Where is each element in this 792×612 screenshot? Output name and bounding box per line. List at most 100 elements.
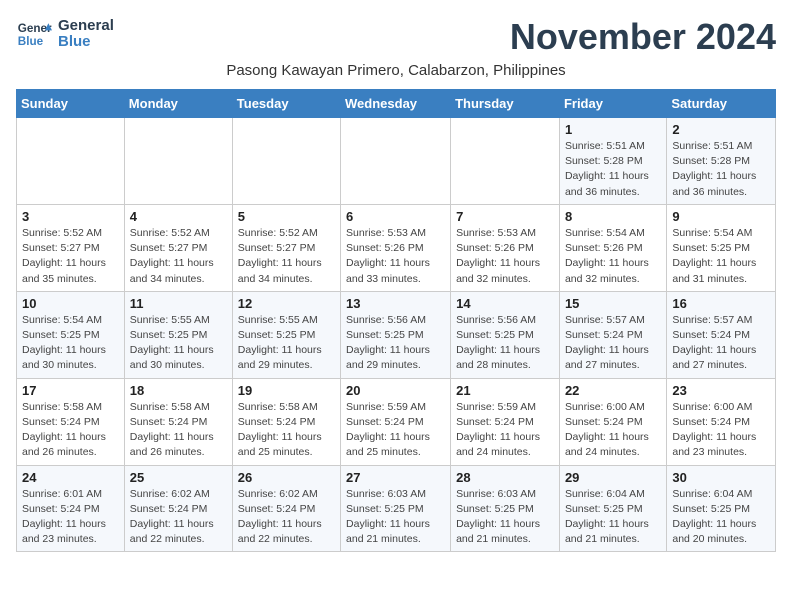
calendar-cell: 18 Sunrise: 5:58 AM Sunset: 5:24 PM Dayli… <box>124 378 232 465</box>
day-info: Sunrise: 6:00 AM Sunset: 5:24 PM Dayligh… <box>565 400 661 461</box>
day-info: Sunrise: 6:02 AM Sunset: 5:24 PM Dayligh… <box>130 487 227 548</box>
day-number: 8 <box>565 209 661 224</box>
calendar-week-4: 17 Sunrise: 5:58 AM Sunset: 5:24 PM Dayli… <box>17 378 776 465</box>
calendar-cell: 7 Sunrise: 5:53 AM Sunset: 5:26 PM Daylig… <box>451 204 560 291</box>
calendar-cell: 8 Sunrise: 5:54 AM Sunset: 5:26 PM Daylig… <box>559 204 666 291</box>
day-number: 13 <box>346 296 445 311</box>
day-info: Sunrise: 5:59 AM Sunset: 5:24 PM Dayligh… <box>346 400 445 461</box>
day-number: 22 <box>565 383 661 398</box>
calendar-cell <box>451 118 560 205</box>
day-info: Sunrise: 5:53 AM Sunset: 5:26 PM Dayligh… <box>456 226 554 287</box>
calendar-cell: 14 Sunrise: 5:56 AM Sunset: 5:25 PM Dayli… <box>451 291 560 378</box>
day-info: Sunrise: 5:51 AM Sunset: 5:28 PM Dayligh… <box>672 139 770 200</box>
header-thursday: Thursday <box>451 90 560 118</box>
day-info: Sunrise: 5:53 AM Sunset: 5:26 PM Dayligh… <box>346 226 445 287</box>
calendar-cell: 21 Sunrise: 5:59 AM Sunset: 5:24 PM Dayli… <box>451 378 560 465</box>
calendar-cell: 25 Sunrise: 6:02 AM Sunset: 5:24 PM Dayli… <box>124 465 232 552</box>
logo-text: General Blue <box>58 18 114 51</box>
day-number: 12 <box>238 296 335 311</box>
calendar-cell: 11Sunrise: 5:55 AM Sunset: 5:25 PM Dayli… <box>124 291 232 378</box>
day-info: Sunrise: 5:51 AM Sunset: 5:28 PM Dayligh… <box>565 139 661 200</box>
calendar-cell: 16Sunrise: 5:57 AM Sunset: 5:24 PM Dayli… <box>667 291 776 378</box>
calendar-cell: 26 Sunrise: 6:02 AM Sunset: 5:24 PM Dayli… <box>232 465 340 552</box>
day-info: Sunrise: 6:04 AM Sunset: 5:25 PM Dayligh… <box>565 487 661 548</box>
day-info: Sunrise: 6:04 AM Sunset: 5:25 PM Dayligh… <box>672 487 770 548</box>
calendar-cell: 20 Sunrise: 5:59 AM Sunset: 5:24 PM Dayli… <box>341 378 451 465</box>
calendar-cell: 24Sunrise: 6:01 AM Sunset: 5:24 PM Dayli… <box>17 465 125 552</box>
day-info: Sunrise: 6:03 AM Sunset: 5:25 PM Dayligh… <box>346 487 445 548</box>
calendar-cell: 17 Sunrise: 5:58 AM Sunset: 5:24 PM Dayli… <box>17 378 125 465</box>
calendar-cell: 12 Sunrise: 5:55 AM Sunset: 5:25 PM Dayli… <box>232 291 340 378</box>
calendar-cell <box>124 118 232 205</box>
day-number: 7 <box>456 209 554 224</box>
day-info: Sunrise: 5:58 AM Sunset: 5:24 PM Dayligh… <box>130 400 227 461</box>
day-info: Sunrise: 5:55 AM Sunset: 5:25 PM Dayligh… <box>238 313 335 374</box>
logo: General Blue General Blue <box>16 16 114 52</box>
calendar-cell: 29 Sunrise: 6:04 AM Sunset: 5:25 PM Dayli… <box>559 465 666 552</box>
svg-text:Blue: Blue <box>18 35 44 48</box>
calendar-cell: 27 Sunrise: 6:03 AM Sunset: 5:25 PM Dayli… <box>341 465 451 552</box>
calendar-week-5: 24Sunrise: 6:01 AM Sunset: 5:24 PM Dayli… <box>17 465 776 552</box>
day-info: Sunrise: 5:52 AM Sunset: 5:27 PM Dayligh… <box>238 226 335 287</box>
day-number: 26 <box>238 470 335 485</box>
day-number: 9 <box>672 209 770 224</box>
calendar-cell: 23 Sunrise: 6:00 AM Sunset: 5:24 PM Dayli… <box>667 378 776 465</box>
day-number: 23 <box>672 383 770 398</box>
day-info: Sunrise: 5:58 AM Sunset: 5:24 PM Dayligh… <box>238 400 335 461</box>
day-number: 1 <box>565 122 661 137</box>
day-number: 25 <box>130 470 227 485</box>
calendar-cell: 28 Sunrise: 6:03 AM Sunset: 5:25 PM Dayli… <box>451 465 560 552</box>
header-wednesday: Wednesday <box>341 90 451 118</box>
calendar-cell: 9 Sunrise: 5:54 AM Sunset: 5:25 PM Daylig… <box>667 204 776 291</box>
calendar-cell: 22 Sunrise: 6:00 AM Sunset: 5:24 PM Dayli… <box>559 378 666 465</box>
day-info: Sunrise: 5:54 AM Sunset: 5:25 PM Dayligh… <box>672 226 770 287</box>
day-info: Sunrise: 5:58 AM Sunset: 5:24 PM Dayligh… <box>22 400 119 461</box>
calendar-cell: 30 Sunrise: 6:04 AM Sunset: 5:25 PM Dayli… <box>667 465 776 552</box>
calendar-cell: 3Sunrise: 5:52 AM Sunset: 5:27 PM Daylig… <box>17 204 125 291</box>
calendar-cell: 10Sunrise: 5:54 AM Sunset: 5:25 PM Dayli… <box>17 291 125 378</box>
day-info: Sunrise: 6:03 AM Sunset: 5:25 PM Dayligh… <box>456 487 554 548</box>
day-number: 15 <box>565 296 661 311</box>
day-info: Sunrise: 5:54 AM Sunset: 5:25 PM Dayligh… <box>22 313 119 374</box>
day-number: 14 <box>456 296 554 311</box>
calendar-cell <box>17 118 125 205</box>
calendar-cell <box>232 118 340 205</box>
day-info: Sunrise: 5:57 AM Sunset: 5:24 PM Dayligh… <box>565 313 661 374</box>
day-info: Sunrise: 6:02 AM Sunset: 5:24 PM Dayligh… <box>238 487 335 548</box>
day-number: 11 <box>130 296 227 311</box>
day-number: 30 <box>672 470 770 485</box>
day-number: 29 <box>565 470 661 485</box>
header-sunday: Sunday <box>17 90 125 118</box>
day-number: 17 <box>22 383 119 398</box>
calendar-cell: 6 Sunrise: 5:53 AM Sunset: 5:26 PM Daylig… <box>341 204 451 291</box>
page-subtitle: Pasong Kawayan Primero, Calabarzon, Phil… <box>16 62 776 79</box>
day-info: Sunrise: 5:52 AM Sunset: 5:27 PM Dayligh… <box>22 226 119 287</box>
page-title: November 2024 <box>510 16 776 58</box>
day-info: Sunrise: 5:59 AM Sunset: 5:24 PM Dayligh… <box>456 400 554 461</box>
calendar-cell: 2 Sunrise: 5:51 AM Sunset: 5:28 PM Daylig… <box>667 118 776 205</box>
logo-icon: General Blue <box>16 16 52 52</box>
calendar-cell: 13Sunrise: 5:56 AM Sunset: 5:25 PM Dayli… <box>341 291 451 378</box>
day-info: Sunrise: 6:00 AM Sunset: 5:24 PM Dayligh… <box>672 400 770 461</box>
calendar-table: SundayMondayTuesdayWednesdayThursdayFrid… <box>16 89 776 552</box>
calendar-week-2: 3Sunrise: 5:52 AM Sunset: 5:27 PM Daylig… <box>17 204 776 291</box>
day-number: 28 <box>456 470 554 485</box>
day-info: Sunrise: 5:54 AM Sunset: 5:26 PM Dayligh… <box>565 226 661 287</box>
day-number: 4 <box>130 209 227 224</box>
day-number: 20 <box>346 383 445 398</box>
day-number: 19 <box>238 383 335 398</box>
page-header: General Blue General Blue November 2024 <box>16 16 776 58</box>
day-info: Sunrise: 6:01 AM Sunset: 5:24 PM Dayligh… <box>22 487 119 548</box>
day-number: 18 <box>130 383 227 398</box>
header-monday: Monday <box>124 90 232 118</box>
day-info: Sunrise: 5:52 AM Sunset: 5:27 PM Dayligh… <box>130 226 227 287</box>
calendar-cell: 5 Sunrise: 5:52 AM Sunset: 5:27 PM Daylig… <box>232 204 340 291</box>
calendar-cell: 19 Sunrise: 5:58 AM Sunset: 5:24 PM Dayli… <box>232 378 340 465</box>
day-number: 5 <box>238 209 335 224</box>
day-number: 6 <box>346 209 445 224</box>
day-number: 21 <box>456 383 554 398</box>
day-number: 27 <box>346 470 445 485</box>
day-number: 2 <box>672 122 770 137</box>
header-saturday: Saturday <box>667 90 776 118</box>
day-info: Sunrise: 5:56 AM Sunset: 5:25 PM Dayligh… <box>456 313 554 374</box>
